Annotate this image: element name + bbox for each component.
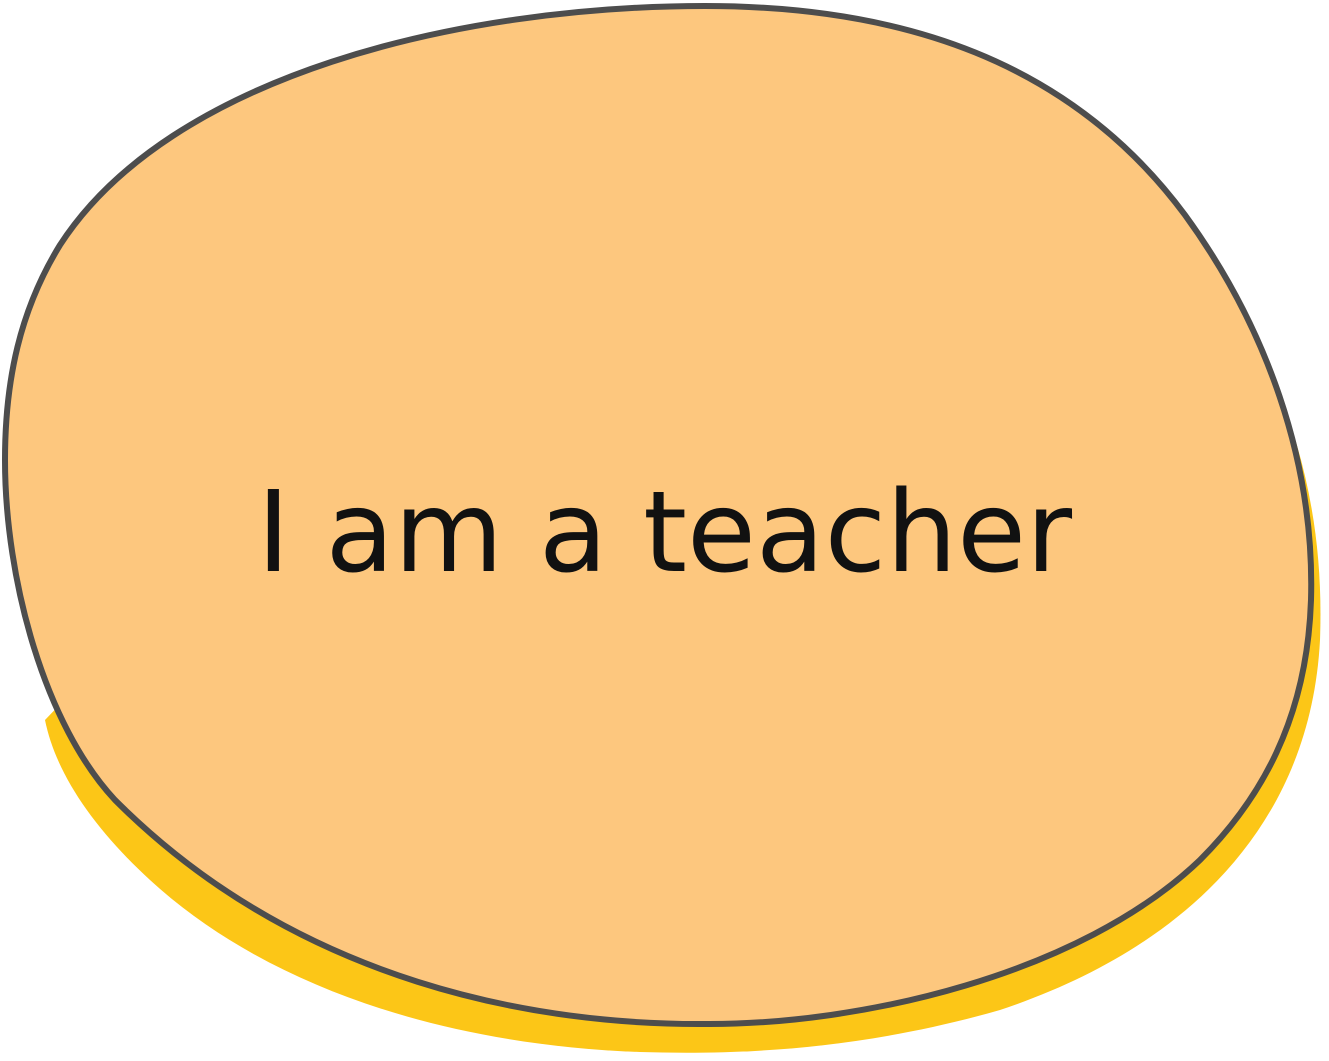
card-text: I am a teacher <box>256 468 1073 598</box>
speech-blob-card: I am a teacher <box>0 0 1329 1061</box>
